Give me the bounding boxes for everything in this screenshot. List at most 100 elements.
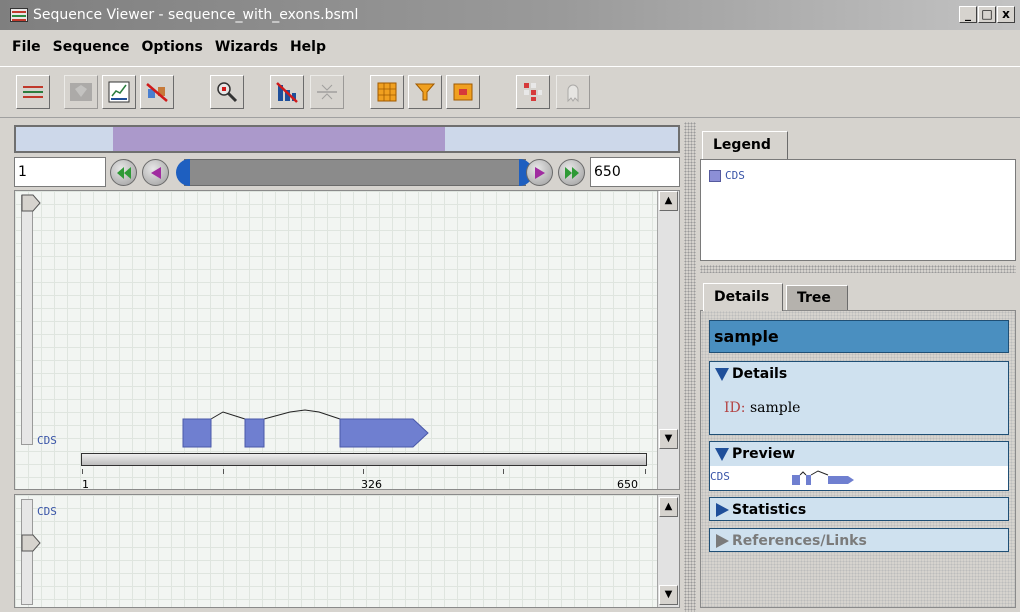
tick-label-mid: 326 bbox=[361, 478, 382, 491]
matrix-icon bbox=[453, 83, 473, 101]
right-pane-splitter[interactable] bbox=[700, 265, 1016, 273]
menu-bar: File Sequence Options Wizards Help bbox=[0, 30, 1020, 64]
chart-button[interactable] bbox=[102, 75, 136, 109]
title-bar: Sequence Viewer - sequence_with_exons.bs… bbox=[0, 0, 1020, 30]
start-position-field[interactable]: 1 bbox=[14, 157, 106, 187]
exon-2[interactable] bbox=[244, 418, 265, 448]
intron-line bbox=[210, 411, 246, 420]
step-left-button[interactable] bbox=[142, 159, 169, 186]
toolbar bbox=[0, 66, 1020, 118]
jump-end-button[interactable] bbox=[558, 159, 585, 186]
secondary-track-panel[interactable]: CDS ▲ ▼ bbox=[14, 494, 680, 608]
track-scrollbar[interactable]: ▲ ▼ bbox=[657, 191, 679, 489]
intron-line bbox=[263, 409, 341, 420]
preview-section-title: Preview bbox=[732, 446, 796, 462]
window-controls: _ □ x bbox=[959, 6, 1015, 23]
secondary-zoom-slider[interactable] bbox=[21, 499, 41, 605]
no-bars-button[interactable] bbox=[270, 75, 304, 109]
funnel-icon bbox=[414, 83, 436, 101]
no-bars-icon bbox=[276, 82, 298, 103]
scroll-up-button[interactable]: ▲ bbox=[659, 191, 678, 211]
ghost-icon bbox=[567, 84, 579, 103]
slider-left-handle[interactable] bbox=[176, 159, 190, 186]
overview-range[interactable] bbox=[113, 127, 445, 151]
preview-section-header[interactable]: Preview bbox=[710, 442, 1008, 466]
right-arrow-icon bbox=[534, 166, 545, 179]
tab-legend[interactable]: Legend bbox=[702, 131, 788, 160]
exon-3[interactable] bbox=[339, 418, 429, 448]
statistics-section[interactable]: Statistics bbox=[709, 497, 1009, 521]
matrix-button[interactable] bbox=[446, 75, 480, 109]
ruler-tick bbox=[645, 469, 646, 474]
collapsed-triangle-icon bbox=[716, 503, 729, 517]
details-section-title: Details bbox=[732, 366, 788, 382]
double-left-arrow-icon bbox=[116, 166, 131, 179]
shape-icon bbox=[70, 83, 92, 101]
left-arrow-icon bbox=[150, 166, 161, 179]
grid-icon bbox=[377, 82, 397, 102]
sequence-overview[interactable] bbox=[14, 125, 680, 153]
menu-sequence[interactable]: Sequence bbox=[53, 39, 130, 55]
exon-1[interactable] bbox=[182, 418, 212, 448]
tracks-icon bbox=[23, 86, 43, 98]
secondary-scrollbar[interactable]: ▲ ▼ bbox=[657, 495, 679, 607]
close-button[interactable]: x bbox=[997, 6, 1015, 23]
minimize-button[interactable]: _ bbox=[959, 6, 977, 23]
pane-splitter[interactable] bbox=[684, 122, 696, 612]
zoom-icon bbox=[217, 82, 238, 103]
preview-section: Preview CDS bbox=[709, 441, 1009, 491]
viewport-slider-track[interactable] bbox=[184, 159, 526, 186]
menu-help[interactable]: Help bbox=[290, 39, 326, 55]
secondary-slider-thumb[interactable] bbox=[21, 534, 41, 552]
details-section: Details ID: sample bbox=[709, 361, 1009, 435]
navigation-bar: 1 650 bbox=[14, 157, 680, 187]
statistics-section-header[interactable]: Statistics bbox=[710, 498, 1008, 522]
id-row: ID: sample bbox=[724, 400, 800, 416]
references-section[interactable]: References/Links bbox=[709, 528, 1009, 552]
details-section-header[interactable]: Details bbox=[710, 362, 1008, 386]
collapsed-triangle-icon bbox=[716, 534, 729, 548]
references-section-header[interactable]: References/Links bbox=[710, 529, 1008, 553]
preview-gene-model bbox=[792, 470, 854, 485]
expanded-triangle-icon bbox=[715, 368, 729, 381]
coordinate-ruler bbox=[81, 453, 647, 466]
secondary-scroll-down-button[interactable]: ▼ bbox=[659, 585, 678, 605]
jump-start-button[interactable] bbox=[110, 159, 137, 186]
sequence-track-panel[interactable]: CDS 1 326 650 ▲ ▼ bbox=[14, 190, 680, 491]
shape-button[interactable] bbox=[64, 75, 98, 109]
tab-details[interactable]: Details bbox=[703, 283, 783, 311]
table-icon bbox=[524, 83, 542, 101]
secondary-scroll-up-button[interactable]: ▲ bbox=[659, 497, 678, 517]
tracks-button[interactable] bbox=[16, 75, 50, 109]
references-section-title: References/Links bbox=[732, 533, 867, 549]
feature-name-header: sample bbox=[709, 320, 1009, 353]
legend-item-cds: CDS bbox=[725, 169, 745, 182]
no-link-button[interactable] bbox=[140, 75, 174, 109]
menu-wizards[interactable]: Wizards bbox=[215, 39, 278, 55]
grid-button[interactable] bbox=[370, 75, 404, 109]
app-icon bbox=[10, 8, 28, 22]
align-button[interactable] bbox=[310, 75, 344, 109]
secondary-track-label-cds: CDS bbox=[37, 505, 57, 518]
step-right-button[interactable] bbox=[526, 159, 553, 186]
zoom-button[interactable] bbox=[210, 75, 244, 109]
ruler-tick bbox=[82, 469, 83, 474]
menu-options[interactable]: Options bbox=[141, 39, 202, 55]
expanded-triangle-icon bbox=[715, 448, 729, 461]
end-position-field[interactable]: 650 bbox=[590, 157, 680, 187]
legend-panel: CDS bbox=[700, 159, 1016, 261]
id-value: sample bbox=[749, 400, 801, 416]
ghost-button[interactable] bbox=[556, 75, 590, 109]
funnel-button[interactable] bbox=[408, 75, 442, 109]
ruler-tick bbox=[363, 469, 364, 474]
scroll-down-button[interactable]: ▼ bbox=[659, 429, 678, 449]
preview-thumbnail: CDS bbox=[710, 466, 1008, 490]
tick-label-start: 1 bbox=[82, 478, 89, 491]
window-title: Sequence Viewer - sequence_with_exons.bs… bbox=[33, 7, 359, 23]
table-button[interactable] bbox=[516, 75, 550, 109]
tab-tree[interactable]: Tree bbox=[786, 285, 848, 311]
legend-swatch-cds bbox=[709, 170, 721, 182]
statistics-section-title: Statistics bbox=[732, 502, 807, 518]
maximize-button[interactable]: □ bbox=[978, 6, 996, 23]
menu-file[interactable]: File bbox=[12, 39, 41, 55]
